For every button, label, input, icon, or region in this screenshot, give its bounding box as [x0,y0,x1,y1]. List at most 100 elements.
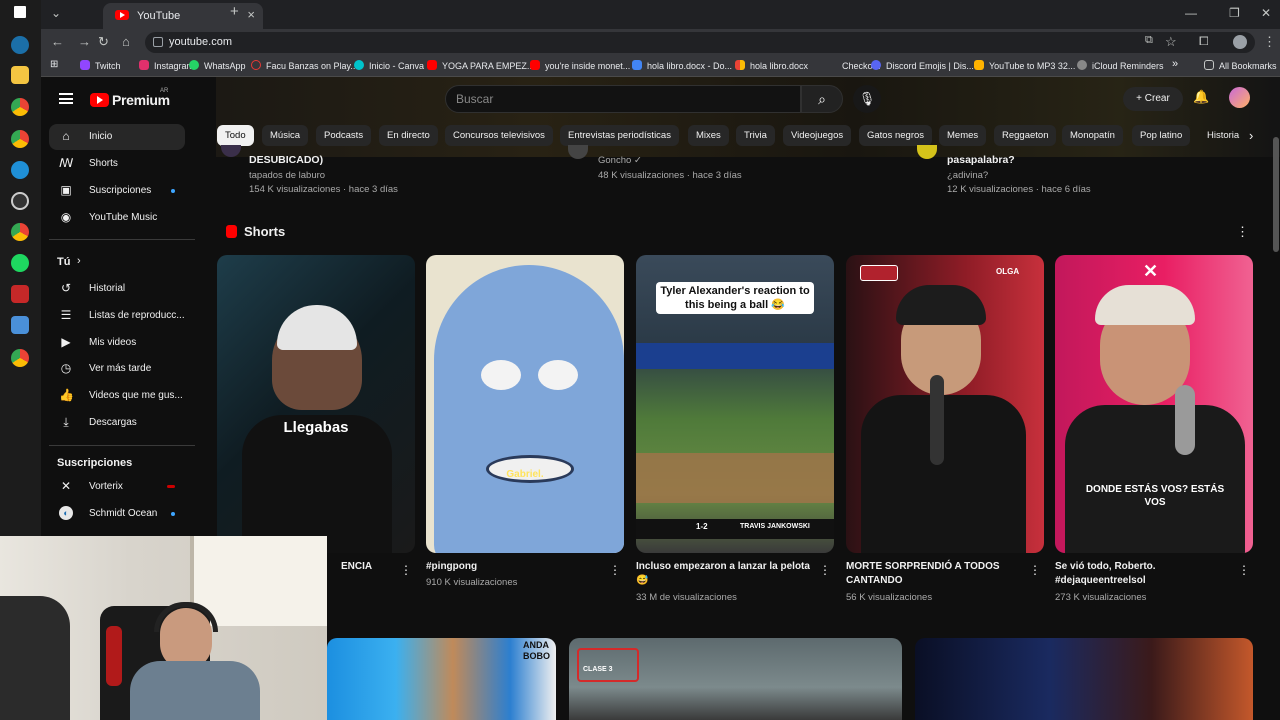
shelf-menu-icon[interactable]: ⋮ [1236,224,1249,240]
reload-icon[interactable]: ↻ [98,34,109,50]
edge-icon[interactable] [11,161,29,179]
bookmarks-more-icon[interactable]: » [1172,58,1178,70]
bookmark-yt-mp3[interactable]: YouTube to MP3 32... [974,60,1075,71]
chip-pop-latino[interactable]: Pop latino [1132,125,1191,146]
chip-videojuegos[interactable]: Videojuegos [783,125,852,146]
channel-name[interactable]: tapados de laburo [249,170,325,181]
extensions-icon[interactable]: ⧠ [1199,34,1209,49]
video-thumbnail-2[interactable]: CLASE 3 [569,638,902,720]
short-title[interactable]: Se vió todo, Roberto. #dejaqueentreelsol [1055,560,1230,588]
sidebar-item-shorts[interactable]: ꟿ Shorts [49,151,185,177]
menu-dots-icon[interactable]: ⋮ [1263,34,1276,50]
sidebar-item-mis-videos[interactable]: ▶ Mis videos [49,330,185,356]
channel-name[interactable]: Goncho ✓ [598,155,642,166]
short-card-4[interactable]: OLGA [846,255,1044,553]
sidebar-item-youtube-music[interactable]: ◉ YouTube Music [49,205,185,231]
chip-entrevistas[interactable]: Entrevistas periodísticas [560,125,679,146]
tab-search-icon[interactable]: ⌄ [51,6,61,20]
search-input[interactable] [456,92,786,106]
install-icon[interactable]: ⧉ [1145,34,1153,47]
chip-concursos[interactable]: Concursos televisivos [445,125,553,146]
short-title[interactable]: MORTE SORPRENDIÓ A TODOS CANTANDO [846,560,1021,588]
close-window-icon[interactable]: ✕ [1261,6,1271,20]
short-menu-icon[interactable]: ⋮ [819,563,831,577]
short-menu-icon[interactable]: ⋮ [400,563,412,577]
voice-search-button[interactable]: 🎙 [853,85,881,113]
chip-memes[interactable]: Memes [939,125,987,146]
bookmark-discord[interactable]: Discord Emojis | Dis... [871,60,974,71]
chip-mixes[interactable]: Mixes [688,125,729,146]
spotify-icon[interactable] [11,254,29,272]
short-card-2[interactable]: Gabriel. [426,255,624,553]
chrome-active-icon[interactable] [11,349,29,367]
chrome-profile-icon[interactable] [11,130,29,148]
new-tab-icon[interactable]: + [230,3,239,20]
profile-icon[interactable] [1233,35,1247,49]
restore-icon[interactable]: ❐ [1229,6,1240,20]
video-title[interactable]: DESUBICADO) [249,154,323,166]
sidebar-item-ver-mas-tarde[interactable]: ◷ Ver más tarde [49,356,185,382]
file-explorer-icon[interactable] [11,66,29,84]
chips-next-icon[interactable]: › [1241,125,1261,146]
hamburger-menu-icon[interactable] [59,93,73,104]
channel-name[interactable]: ¿adivina? [947,170,988,181]
search-button[interactable]: ⌕ [801,85,843,113]
sidebar-sub-vorterix[interactable]: ✕ Vorterix [49,474,185,500]
account-avatar[interactable] [1229,87,1250,108]
site-info-icon[interactable] [153,37,163,47]
notifications-bell-icon[interactable]: 🔔 [1193,89,1209,105]
sidebar-item-suscripciones[interactable]: ▣ Suscripciones [49,178,185,204]
sidebar-sub-schmidt-ocean[interactable]: ◐ Schmidt Ocean [49,501,185,527]
short-title[interactable]: #pingpong [426,560,601,574]
sidebar-item-liked[interactable]: 👍 Videos que me gus... [49,383,185,409]
bookmark-twitch[interactable]: Twitch [80,60,121,71]
bookmark-star-icon[interactable]: ☆ [1165,34,1177,50]
short-menu-icon[interactable]: ⋮ [1238,563,1250,577]
obs-icon[interactable] [11,192,29,210]
all-bookmarks[interactable]: All Bookmarks [1204,60,1277,71]
chip-historia[interactable]: Historia [1199,125,1247,146]
video-app-icon[interactable] [11,285,29,303]
chip-musica[interactable]: Música [262,125,309,146]
bookmark-canva[interactable]: Inicio - Canva [354,60,424,71]
scrollbar-thumb[interactable] [1273,137,1279,252]
short-card-5[interactable]: ✕ DONDE ESTÁS VOS? ESTÁS VOS [1055,255,1253,553]
address-bar[interactable]: youtube.com [145,32,1255,53]
sidebar-item-inicio[interactable]: ⌂ Inicio [49,124,185,150]
sidebar-item-playlists[interactable]: ☰ Listas de reproducc... [49,303,185,329]
bookmark-monet[interactable]: you're inside monet... [530,60,630,71]
chip-en-directo[interactable]: En directo [379,125,438,146]
video-thumbnail-1[interactable]: ANDA BOBO [327,638,556,720]
short-menu-icon[interactable]: ⋮ [609,563,621,577]
bookmark-facu[interactable]: Facu Banzas on Play... [251,60,358,71]
minimize-icon[interactable]: — [1185,6,1197,20]
tab-youtube[interactable]: YouTube × [103,3,263,29]
sidebar-item-descargas[interactable]: ⤓ Descargas [49,410,185,436]
video-thumbnail-3[interactable] [915,638,1253,720]
bookmark-docx-1[interactable]: hola libro.docx - Do... [632,60,732,71]
chrome-icon[interactable] [11,98,29,116]
video-title[interactable]: pasapalabra? [947,154,1015,166]
chip-gatos-negros[interactable]: Gatos negros [859,125,933,146]
close-tab-icon[interactable]: × [247,7,255,22]
cloud-app-icon[interactable] [11,316,29,334]
bookmark-whatsapp[interactable]: WhatsApp [189,60,246,71]
short-title[interactable]: Incluso empezaron a lanzar la pelota 😅 [636,560,811,588]
chip-podcasts[interactable]: Podcasts [316,125,372,146]
chip-trivia[interactable]: Trivia [736,125,775,146]
bookmark-docx-2[interactable]: hola libro.docx [735,60,808,71]
steam-icon[interactable] [11,36,29,54]
home-browser-icon[interactable]: ⌂ [122,34,130,49]
apps-grid-icon[interactable]: ⊞ [50,59,58,70]
sidebar-item-historial[interactable]: ↺ Historial [49,276,185,302]
short-card-1[interactable]: Llegabas [217,255,415,553]
forward-icon[interactable]: → [78,34,91,49]
chrome-alt-icon[interactable] [11,223,29,241]
create-button[interactable]: + Crear [1123,87,1183,111]
back-icon[interactable]: ← [51,34,64,49]
chip-todo[interactable]: Todo [217,125,254,146]
short-menu-icon[interactable]: ⋮ [1029,563,1041,577]
chip-reggaeton[interactable]: Reggaeton [994,125,1057,146]
chip-monopatin[interactable]: Monopatín [1062,125,1123,146]
bookmark-icloud[interactable]: iCloud Reminders [1077,60,1164,71]
